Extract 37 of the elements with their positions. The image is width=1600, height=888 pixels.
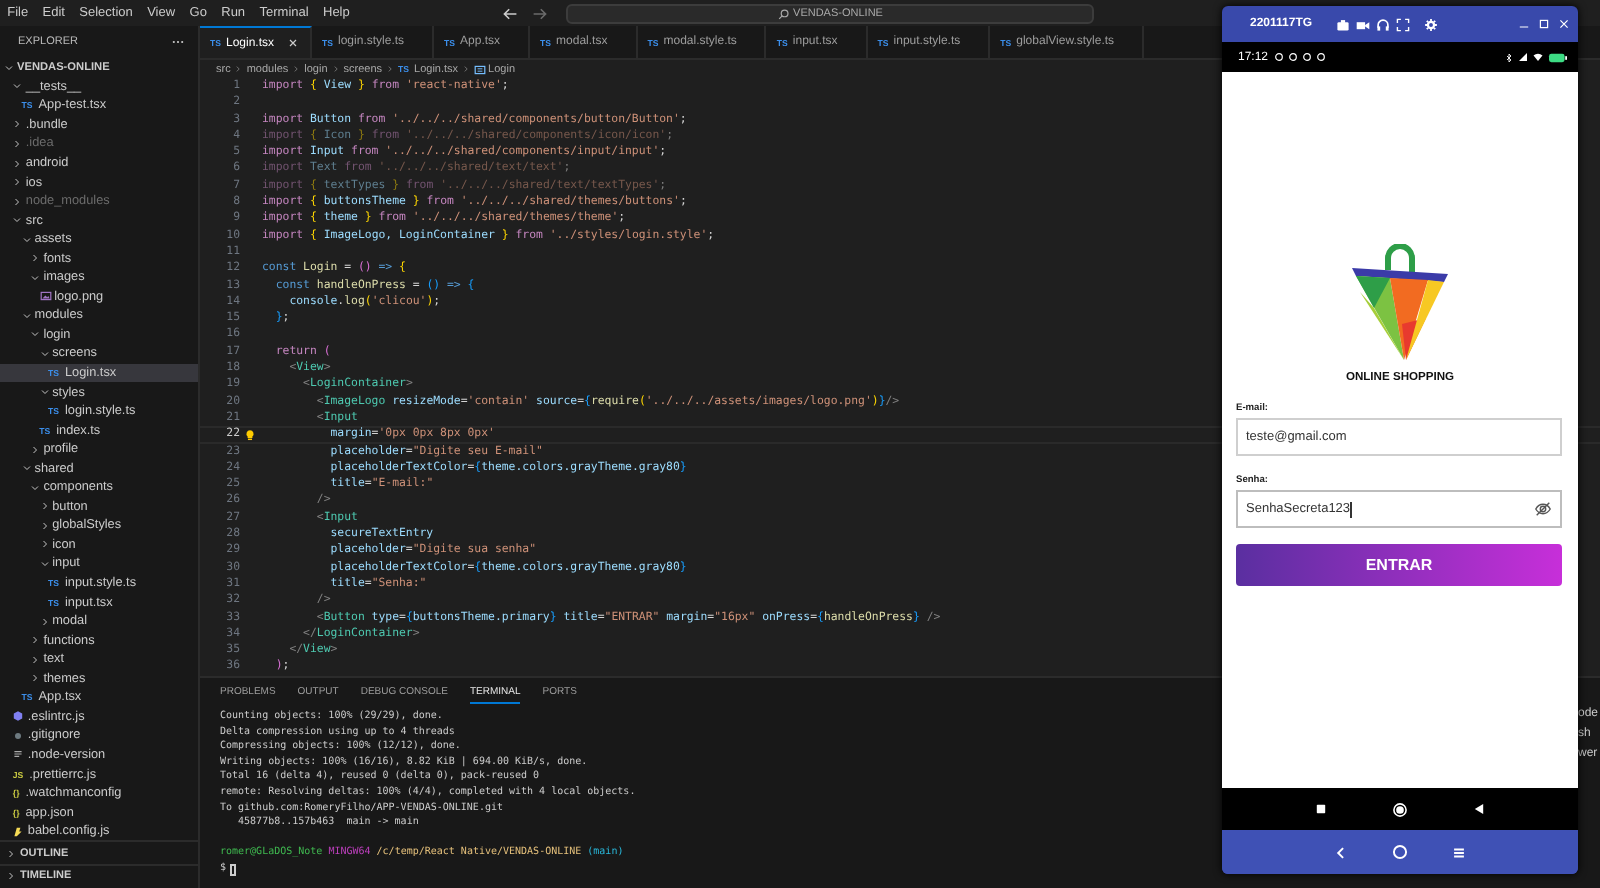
- symbol-icon: [474, 63, 487, 75]
- arrow-left-icon[interactable]: [502, 5, 518, 21]
- camera-icon[interactable]: [1336, 17, 1351, 31]
- shopping-bag-logo: [1348, 244, 1452, 364]
- search-icon: [777, 7, 790, 19]
- chevron-icon: [386, 64, 395, 74]
- expand-icon[interactable]: [1396, 17, 1411, 31]
- battery-icon: [1548, 51, 1568, 63]
- wifi-icon: [1532, 52, 1544, 62]
- image-icon: [39, 290, 52, 303]
- circle-icon[interactable]: [1392, 844, 1408, 860]
- dot-icon: [12, 729, 25, 742]
- headset-icon[interactable]: [1376, 17, 1391, 31]
- signal-icon: [1518, 52, 1528, 62]
- square-icon[interactable]: [1314, 802, 1328, 816]
- maximize-icon[interactable]: [1538, 18, 1550, 30]
- chevron-icon: [292, 64, 301, 74]
- arrow-right-icon[interactable]: [532, 5, 548, 21]
- menu-icon[interactable]: [1452, 845, 1466, 859]
- bolt-icon: [12, 825, 25, 838]
- settings-icon[interactable]: [1424, 17, 1439, 31]
- close-icon[interactable]: [288, 38, 299, 48]
- terminal-cursor: [230, 863, 237, 876]
- login-button[interactable]: ENTRAR: [1236, 544, 1562, 586]
- back-icon[interactable]: [1472, 802, 1486, 816]
- eye-off-icon[interactable]: [1534, 500, 1552, 518]
- chevron-icon: [331, 64, 340, 74]
- video-camera-icon[interactable]: [1356, 17, 1371, 31]
- hexagon-icon: [12, 710, 25, 723]
- lines-icon: [12, 748, 25, 761]
- text-cursor: [1350, 501, 1352, 517]
- chevron-icon: [234, 64, 243, 74]
- lightbulb-icon[interactable]: [244, 428, 256, 443]
- chevron-icon: [462, 64, 471, 74]
- chevron-left-icon[interactable]: [1334, 845, 1348, 859]
- bluetooth-icon: [1504, 51, 1514, 63]
- home-icon[interactable]: [1392, 801, 1408, 817]
